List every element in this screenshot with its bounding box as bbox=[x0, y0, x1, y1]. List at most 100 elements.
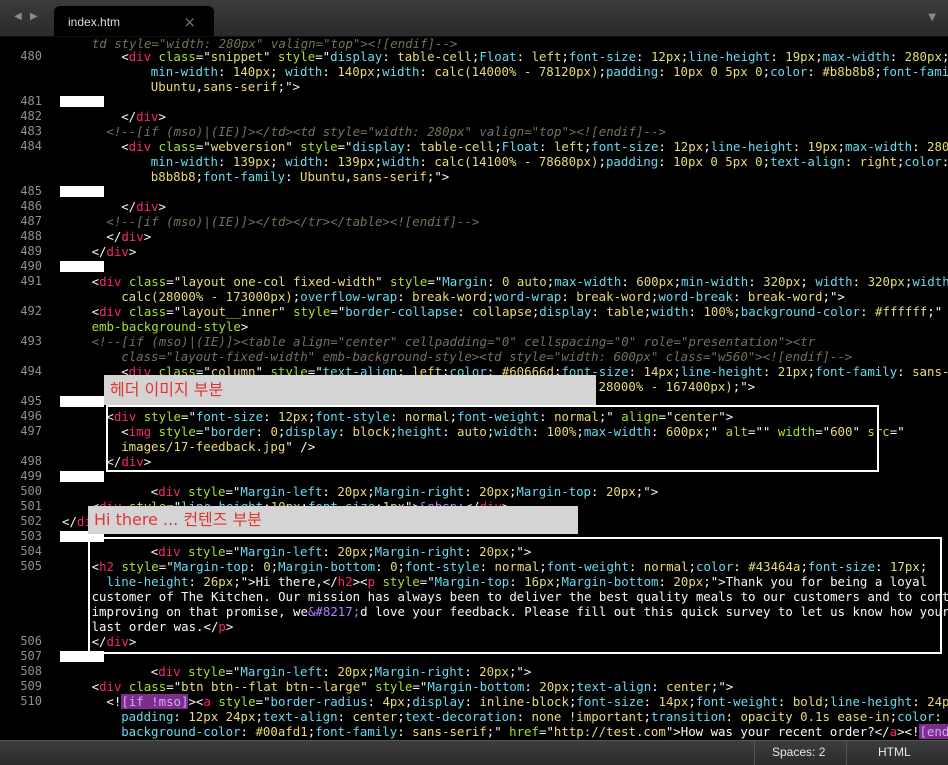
line-number: 489 bbox=[20, 244, 42, 258]
code-token: 21px bbox=[777, 364, 808, 379]
line-number: 488 bbox=[20, 229, 42, 243]
code-token: </ bbox=[106, 229, 122, 244]
tab-close-icon[interactable]: × bbox=[183, 13, 196, 31]
redaction-mask bbox=[60, 186, 104, 197]
code-line[interactable]: <!--[if (mso)|(IE)]></td><td style="widt… bbox=[106, 124, 666, 139]
code-line[interactable]: <div class="webversion" style="display: … bbox=[121, 139, 948, 154]
line-number: 490 bbox=[20, 259, 42, 273]
code-token: break-word bbox=[747, 289, 823, 304]
code-token: padding bbox=[121, 709, 174, 724]
code-token: #00afd1 bbox=[255, 724, 308, 739]
code-token: : bbox=[844, 154, 860, 169]
code-line[interactable]: padding: 12px 24px;text-align: center;te… bbox=[121, 709, 948, 724]
code-token: : bbox=[748, 274, 764, 289]
code-token: =" bbox=[166, 679, 182, 694]
redaction-mask bbox=[60, 396, 104, 407]
code-token: a bbox=[889, 724, 898, 739]
line-number: 499 bbox=[20, 469, 42, 483]
code-token: style bbox=[390, 274, 428, 289]
code-token: ; bbox=[374, 154, 383, 169]
code-line[interactable]: class="layout-fixed-width" emb-backgroun… bbox=[121, 349, 852, 364]
code-line[interactable]: b8b8b8;font-family: Ubuntu,sans-serif;"> bbox=[151, 169, 449, 184]
code-token: 19px bbox=[807, 139, 838, 154]
code-token: <! bbox=[106, 694, 122, 709]
code-token: 100% bbox=[703, 304, 734, 319]
code-token: : bbox=[464, 694, 480, 709]
code-line[interactable]: </div> bbox=[106, 229, 151, 244]
line-number: 494 bbox=[20, 364, 42, 378]
code-token: > bbox=[128, 244, 137, 259]
code-line[interactable]: min-width: 139px; width: 139px;width: ca… bbox=[151, 154, 948, 169]
code-line[interactable]: background-color: #00afd1;font-family: s… bbox=[121, 724, 948, 739]
code-token: > bbox=[158, 199, 166, 214]
code-token: =" bbox=[412, 679, 428, 694]
redaction-mask bbox=[60, 471, 104, 482]
code-token: <!--[if (mso)|(IE)]><table align="center… bbox=[91, 334, 816, 349]
code-token: Margin-right bbox=[374, 664, 465, 679]
indentation-setting[interactable]: Spaces: 2 bbox=[772, 745, 825, 759]
code-token: Margin-left bbox=[240, 664, 323, 679]
code-token: ; bbox=[374, 64, 383, 79]
code-token: div bbox=[128, 139, 152, 154]
code-line[interactable]: calc(28000% - 173000px);overflow-wrap: b… bbox=[121, 289, 845, 304]
code-line[interactable]: </div> bbox=[92, 244, 137, 259]
code-token: < bbox=[91, 304, 100, 319]
code-token: ;"> bbox=[710, 679, 734, 694]
code-token: ;"> bbox=[635, 484, 659, 499]
code-token: 10px 0 5px 0 bbox=[673, 154, 763, 169]
code-token: color bbox=[904, 154, 942, 169]
code-token: color bbox=[897, 709, 935, 724]
nav-forward-icon[interactable]: ▶ bbox=[30, 11, 38, 22]
code-token: ; bbox=[874, 64, 882, 79]
code-token: ; bbox=[367, 484, 375, 499]
code-line[interactable]: <div class="layout__inner" style="border… bbox=[92, 304, 943, 319]
code-token: border-collapse bbox=[345, 304, 458, 319]
code-token: ><! bbox=[897, 724, 920, 739]
code-line[interactable]: <!--[if (mso)|(IE)]><table align="center… bbox=[92, 334, 816, 349]
code-line[interactable]: <div class="snippet" style="display: tab… bbox=[121, 49, 948, 64]
line-number: 506 bbox=[20, 634, 42, 648]
code-line[interactable]: <div class="layout one-col fixed-width" … bbox=[92, 274, 948, 289]
code-token: Float bbox=[479, 49, 517, 64]
code-line[interactable]: </div> bbox=[121, 199, 166, 214]
code-token: calc(14000% - 78120px) bbox=[434, 64, 599, 79]
code-line[interactable]: <![if !mso]><a style="border-radius: 4px… bbox=[106, 694, 948, 709]
tab-menu-chevron-icon[interactable]: ▼ bbox=[928, 12, 936, 23]
code-token: </ bbox=[62, 514, 77, 529]
line-number: 510 bbox=[20, 694, 42, 708]
code-token: 14px bbox=[658, 694, 689, 709]
code-line[interactable]: <div style="Margin-left: 20px;Margin-rig… bbox=[151, 484, 658, 499]
code-token: ">How was your recent order?</ bbox=[665, 724, 890, 739]
code-token: : bbox=[487, 274, 502, 289]
code-token: : bbox=[643, 694, 659, 709]
code-token: ; bbox=[815, 49, 823, 64]
code-token: emb-background-style bbox=[91, 319, 241, 334]
code-token: < bbox=[91, 274, 100, 289]
syntax-selector[interactable]: HTML bbox=[878, 745, 911, 759]
code-line[interactable]: <div class="btn btn--flat btn--large" st… bbox=[92, 679, 734, 694]
code-token: ;" bbox=[927, 304, 943, 319]
code-line[interactable]: emb-background-style> bbox=[92, 319, 249, 334]
code-token: : bbox=[732, 289, 748, 304]
code-token: font-family bbox=[203, 169, 286, 184]
code-token: break-word bbox=[412, 289, 487, 304]
code-line[interactable]: min-width: 140px; width: 140px;width: ca… bbox=[151, 64, 948, 79]
nav-back-icon[interactable]: ◀ bbox=[14, 11, 22, 22]
code-token: word-wrap bbox=[494, 289, 562, 304]
code-token: : bbox=[934, 709, 948, 724]
code-line[interactable]: Ubuntu,sans-serif;"> bbox=[151, 79, 300, 94]
code-token: 139px bbox=[232, 154, 271, 169]
code-token: display bbox=[539, 304, 592, 319]
code-line[interactable]: <div style="Margin-left: 20px;Margin-rig… bbox=[151, 664, 532, 679]
code-token: 12px 24px bbox=[188, 709, 256, 724]
code-token: 320px bbox=[763, 274, 801, 289]
code-line[interactable]: <!--[if (mso)|(IE)]></td></tr></table><!… bbox=[106, 214, 479, 229]
status-bar: Spaces: 2 HTML bbox=[0, 740, 948, 765]
code-line[interactable]: </div> bbox=[121, 109, 166, 124]
tab-index-htm[interactable]: index.htm × bbox=[54, 6, 214, 36]
code-token: break-word bbox=[576, 289, 651, 304]
code-token: " bbox=[262, 49, 278, 64]
